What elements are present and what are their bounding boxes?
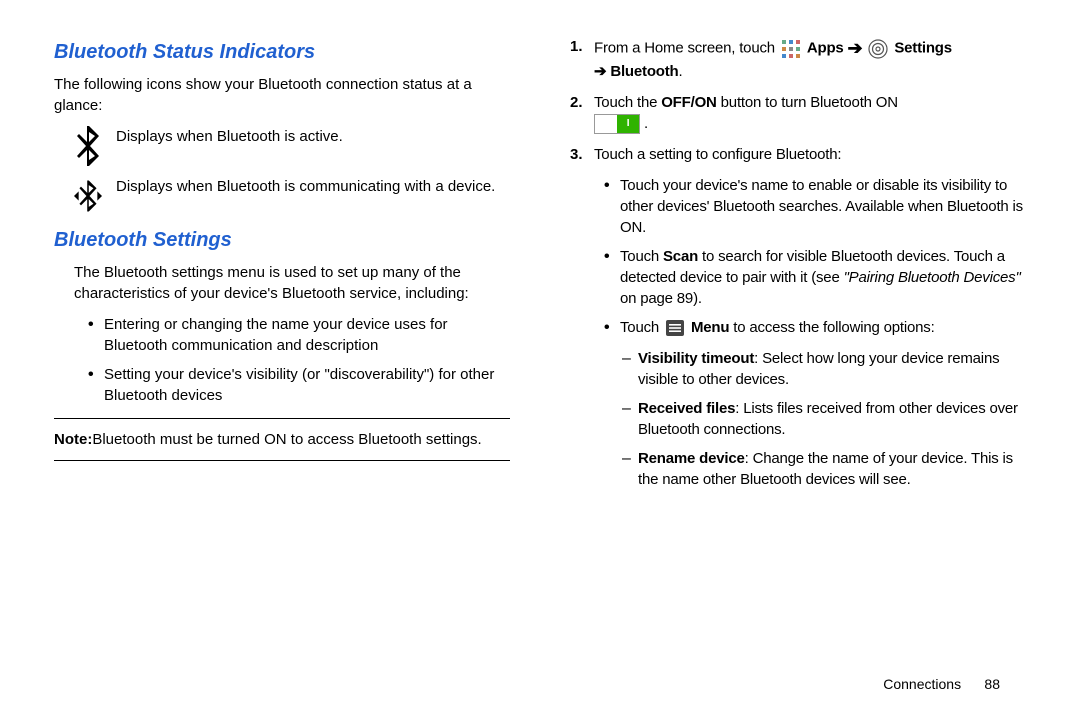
step-1: 1. From a Home screen, touch Apps ➔ Sett…: [570, 36, 1026, 82]
note-text: Bluetooth must be turned ON to access Bl…: [92, 429, 481, 450]
intro-status: The following icons show your Bluetooth …: [54, 74, 510, 116]
note-box: Note: Bluetooth must be turned ON to acc…: [54, 418, 510, 461]
footer-page-number: 88: [984, 676, 1000, 692]
bullet-2-text: Setting your device's visibility (or "di…: [104, 364, 510, 406]
step-2-text: Touch the OFF/ON button to turn Bluetoot…: [594, 92, 1026, 134]
bluetooth-icon: [74, 126, 102, 166]
sub-b-text: Touch Scan to search for visible Bluetoo…: [620, 246, 1026, 309]
settings-bullets: • Entering or changing the name your dev…: [74, 314, 510, 406]
note-label: Note:: [54, 429, 92, 450]
intro-settings: The Bluetooth settings menu is used to s…: [74, 262, 510, 304]
menu-options: – Visibility timeout: Select how long yo…: [622, 348, 1026, 490]
page-footer: Connections 88: [883, 676, 1000, 692]
left-column: Bluetooth Status Indicators The followin…: [40, 30, 540, 700]
sub-c-text: Touch Menu to access the following optio…: [620, 317, 1026, 339]
sub-a-text: Touch your device's name to enable or di…: [620, 175, 1026, 238]
toggle-on-icon: I: [594, 114, 640, 134]
step-3-text: Touch a setting to configure Bluetooth:: [594, 144, 1026, 165]
sub-b: • Touch Scan to search for visible Bluet…: [604, 246, 1026, 309]
bullet-1-text: Entering or changing the name your devic…: [104, 314, 510, 356]
step-2: 2. Touch the OFF/ON button to turn Bluet…: [570, 92, 1026, 134]
step-3-sublist: • Touch your device's name to enable or …: [604, 175, 1026, 489]
heading-bt-status: Bluetooth Status Indicators: [54, 38, 510, 66]
step-3: 3. Touch a setting to configure Bluetoot…: [570, 144, 1026, 165]
status-comm-text: Displays when Bluetooth is communicating…: [116, 176, 495, 197]
footer-section: Connections: [883, 676, 961, 692]
manual-page: Bluetooth Status Indicators The followin…: [0, 0, 1080, 720]
menu-opt-visibility: – Visibility timeout: Select how long yo…: [622, 348, 1026, 390]
menu-bars-icon: [665, 318, 685, 338]
status-row-communicating: Displays when Bluetooth is communicating…: [74, 176, 510, 216]
bullet-1: • Entering or changing the name your dev…: [88, 314, 510, 356]
settings-gear-icon: [868, 39, 888, 59]
bluetooth-communicating-icon: [74, 176, 102, 216]
step-1-text: From a Home screen, touch Apps ➔ Setting…: [594, 36, 1026, 82]
menu-opt-received: – Received files: Lists files received f…: [622, 398, 1026, 440]
status-active-text: Displays when Bluetooth is active.: [116, 126, 343, 147]
menu-opt-rename: – Rename device: Change the name of your…: [622, 448, 1026, 490]
sub-c: • Touch Menu to access the following opt…: [604, 317, 1026, 339]
right-column: 1. From a Home screen, touch Apps ➔ Sett…: [540, 30, 1040, 700]
heading-bt-settings: Bluetooth Settings: [54, 226, 510, 254]
apps-grid-icon: [781, 39, 801, 59]
bullet-2: • Setting your device's visibility (or "…: [88, 364, 510, 406]
sub-a: • Touch your device's name to enable or …: [604, 175, 1026, 238]
status-row-active: Displays when Bluetooth is active.: [74, 126, 510, 166]
